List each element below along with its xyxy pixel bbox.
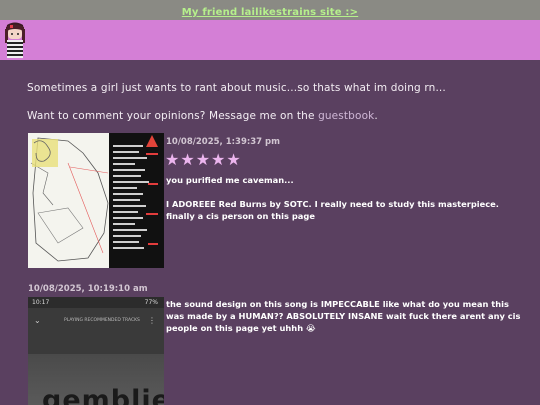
entry-comment: I ADOREEE Red Burns by SOTC. I really ne… <box>166 199 499 221</box>
guestbook-line: Want to comment your opinions? Message m… <box>27 110 378 122</box>
entry-date: 10/08/2025, 1:39:37 pm <box>166 137 280 147</box>
entry-comment: the sound design on this song is IMPECCA… <box>166 299 521 333</box>
chevron-down-icon: ⌄ <box>34 316 41 325</box>
phone-playing-from: PLAYING RECOMMENDED TRACKS <box>64 318 140 323</box>
guestbook-suffix: . <box>374 110 378 122</box>
phone-album-title: gemblie <box>42 385 164 405</box>
top-banner: My friend lailikestrains site :> <box>0 0 540 20</box>
avatar <box>5 22 25 58</box>
guestbook-link[interactable]: guestbook <box>318 110 374 122</box>
friend-site-link[interactable]: My friend lailikestrains site :> <box>182 7 358 18</box>
intro-line: Sometimes a girl just wants to rant abou… <box>27 82 446 94</box>
more-icon: ⋮ <box>148 316 156 325</box>
header-bar <box>0 20 540 60</box>
guestbook-prefix: Want to comment your opinions? Message m… <box>27 110 319 122</box>
phone-status-time: 10:17 <box>32 299 50 306</box>
phone-now-playing-bar <box>28 308 164 354</box>
album-cover-art <box>28 133 164 268</box>
entry-date: 10/08/2025, 10:19:10 am <box>28 284 148 294</box>
phone-screenshot-image: 10:17 77% ⌄ PLAYING RECOMMENDED TRACKS ⋮… <box>28 297 164 405</box>
album-cover-image <box>28 133 164 268</box>
rating-stars: ★★★★★ <box>165 150 242 169</box>
entry-comment-short: you purified me caveman... <box>166 175 294 185</box>
phone-status-battery: 77% <box>144 299 158 306</box>
